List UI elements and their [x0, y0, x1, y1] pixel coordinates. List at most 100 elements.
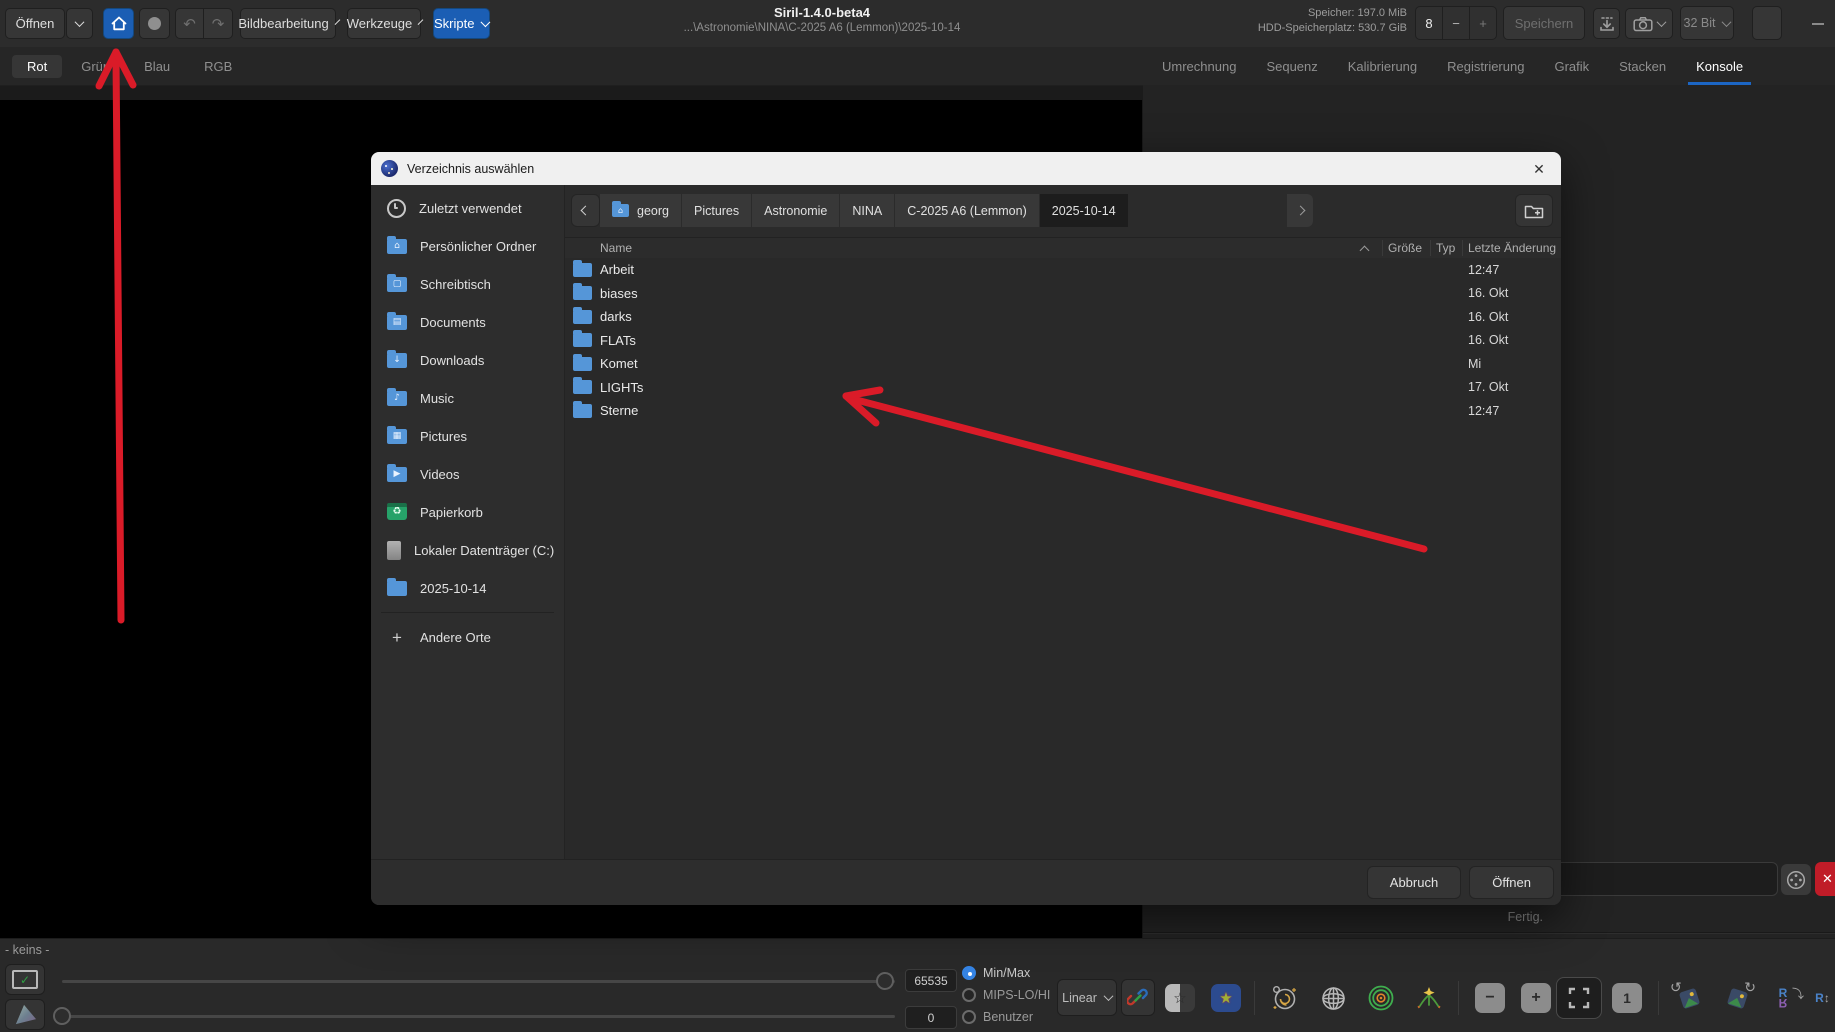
home-icon — [111, 16, 126, 31]
file-row[interactable]: FLATs 16. Okt — [565, 329, 1561, 353]
spinbox-decrement-button[interactable]: − — [1443, 7, 1470, 39]
color-gamut-button[interactable] — [5, 999, 45, 1030]
column-name[interactable]: Name — [600, 241, 632, 255]
snapshot-menu[interactable] — [1625, 8, 1673, 39]
selection-label: - keins - — [5, 943, 50, 957]
column-modified[interactable]: Letzte Änderung — [1468, 241, 1556, 255]
sidebar-place-item[interactable]: Zuletzt verwendet — [371, 189, 564, 227]
sidebar-place-item[interactable]: ⌂ Persönlicher Ordner — [371, 227, 564, 265]
window-minimize-button[interactable] — [1806, 12, 1830, 36]
livestack-button[interactable] — [139, 8, 170, 39]
dialog-titlebar[interactable]: Verzeichnis auswählen ✕ — [371, 152, 1561, 185]
sidebar-place-item[interactable]: 2025-10-14 — [371, 569, 564, 607]
tab-panel[interactable]: Registrierung — [1445, 47, 1526, 85]
tools-menu[interactable]: Werkzeuge — [347, 8, 424, 39]
sidebar-place-item[interactable]: ▢ Schreibtisch — [371, 265, 564, 303]
breadcrumb-forward-button[interactable] — [1287, 194, 1313, 227]
column-size[interactable]: Größe — [1388, 241, 1422, 255]
sidebar-place-item[interactable]: ▶ Videos — [371, 455, 564, 493]
spinbox-increment-button[interactable]: + — [1470, 7, 1496, 39]
home-button[interactable] — [103, 8, 134, 39]
bit-depth-dropdown[interactable]: 32 Bit — [1680, 6, 1734, 40]
high-value-field[interactable]: 65535 — [905, 969, 957, 992]
astrometry-button[interactable] — [1266, 979, 1304, 1017]
open-directory-button[interactable]: Öffnen — [1469, 866, 1554, 899]
low-slider-handle[interactable] — [53, 1007, 71, 1025]
zoom-fit-button[interactable] — [1556, 977, 1602, 1019]
sidebar-place-item[interactable]: ▤ Documents — [371, 303, 564, 341]
cancel-button[interactable]: Abbruch — [1366, 866, 1462, 899]
sidebar-place-item[interactable]: ↓ Downloads — [371, 341, 564, 379]
breadcrumb-item[interactable]: Astronomie — [752, 194, 841, 227]
column-type[interactable]: Typ — [1436, 241, 1455, 255]
sort-ascending-icon[interactable] — [1359, 245, 1370, 256]
display-mode-radio[interactable]: Min/Max — [962, 964, 1050, 982]
zoom-in-button[interactable]: + — [1521, 983, 1551, 1013]
star-view-button[interactable]: ★ — [1207, 979, 1245, 1017]
high-slider-handle[interactable] — [876, 972, 894, 990]
flip-horizontal-button[interactable]: R ↕ — [1810, 979, 1835, 1017]
sidebar-place-item[interactable]: ▦ Pictures — [371, 417, 564, 455]
zoom-100-button[interactable]: 1 — [1612, 983, 1642, 1013]
hamburger-menu-button[interactable] — [1752, 6, 1782, 40]
scripts-menu[interactable]: Skripte — [433, 8, 491, 39]
back-button[interactable] — [571, 194, 600, 227]
open-options-dropdown[interactable] — [66, 8, 93, 39]
display-mode-radio[interactable]: Benutzer — [962, 1008, 1050, 1026]
tab-panel[interactable]: Stacken — [1617, 47, 1668, 85]
comet-tool-button[interactable] — [1410, 979, 1448, 1017]
sidebar-place-item[interactable]: ♻ Papierkorb — [371, 493, 564, 531]
file-row[interactable]: LIGHTs 17. Okt — [565, 376, 1561, 400]
display-mode-dropdown[interactable]: Linear — [1057, 979, 1117, 1016]
tab-channel[interactable]: Blau — [129, 55, 185, 78]
command-helper-button[interactable] — [1781, 864, 1811, 895]
undo-button[interactable]: ↶ — [175, 8, 204, 39]
file-row[interactable]: Sterne 12:47 — [565, 399, 1561, 423]
redo-button[interactable]: ↷ — [204, 8, 233, 39]
new-folder-button[interactable] — [1515, 194, 1553, 227]
spinbox-value[interactable]: 8 — [1416, 7, 1443, 39]
breadcrumb-item[interactable]: Pictures — [681, 194, 753, 227]
header-bar: Öffnen ↶ ↷ Bildbearbeitung Werkzeuge Skr… — [0, 0, 1835, 48]
radio-icon — [962, 1010, 976, 1024]
file-row[interactable]: biases 16. Okt — [565, 282, 1561, 306]
tab-channel[interactable]: Grün — [66, 55, 125, 78]
save-button[interactable]: Speichern — [1503, 6, 1585, 40]
tab-panel[interactable]: Grafik — [1552, 47, 1591, 85]
channel-link-button[interactable] — [1121, 979, 1155, 1016]
image-processing-menu[interactable]: Bildbearbeitung — [238, 8, 341, 39]
dialog-close-button[interactable]: ✕ — [1529, 159, 1549, 179]
file-row[interactable]: Arbeit 12:47 — [565, 258, 1561, 282]
breadcrumb-item[interactable]: 2025-10-14 — [1039, 194, 1129, 227]
stop-processing-button[interactable]: ✕ — [1815, 862, 1835, 896]
display-mode-radio[interactable]: MIPS-LO/HI — [962, 986, 1050, 1004]
tab-channel[interactable]: RGB — [189, 55, 247, 78]
annotations-globe-button[interactable] — [1314, 979, 1352, 1017]
file-row[interactable]: Komet Mi — [565, 352, 1561, 376]
low-value-field[interactable]: 0 — [905, 1006, 957, 1029]
tab-panel[interactable]: Umrechnung — [1160, 47, 1238, 85]
preview-toggle-button[interactable]: ✓ — [5, 964, 45, 995]
breadcrumb-item[interactable]: NINA — [840, 194, 896, 227]
breadcrumb-item[interactable]: C-2025 A6 (Lemmon) — [895, 194, 1040, 227]
rotate-right-button[interactable]: ↻ — [1716, 979, 1758, 1017]
sidebar-place-item[interactable]: Lokaler Datenträger (C:) — [371, 531, 564, 569]
star-detection-button[interactable]: ☆ — [1161, 979, 1199, 1017]
photometry-button[interactable] — [1362, 979, 1400, 1017]
breadcrumb-item[interactable]: ⌂ georg — [600, 194, 682, 227]
open-button[interactable]: Öffnen — [5, 8, 65, 39]
low-threshold-slider[interactable] — [62, 1015, 895, 1018]
tab-panel[interactable]: Konsole — [1688, 47, 1752, 85]
tab-panel[interactable]: Kalibrierung — [1346, 47, 1419, 85]
sidebar-place-item[interactable]: ♪ Music — [371, 379, 564, 417]
rotate-left-button[interactable]: ↺ — [1668, 979, 1710, 1017]
file-row[interactable]: darks 16. Okt — [565, 305, 1561, 329]
record-icon — [148, 17, 161, 30]
tab-panel[interactable]: Sequenz — [1264, 47, 1319, 85]
snapshot-to-clipboard-button[interactable] — [1593, 8, 1620, 39]
tab-channel[interactable]: Rot — [12, 54, 63, 78]
zoom-out-button[interactable]: − — [1475, 983, 1505, 1013]
sidebar-other-places[interactable]: + Andere Orte — [371, 618, 564, 656]
high-threshold-slider[interactable] — [62, 980, 895, 983]
flip-vertical-button[interactable]: RR ⤵ — [1762, 979, 1804, 1017]
